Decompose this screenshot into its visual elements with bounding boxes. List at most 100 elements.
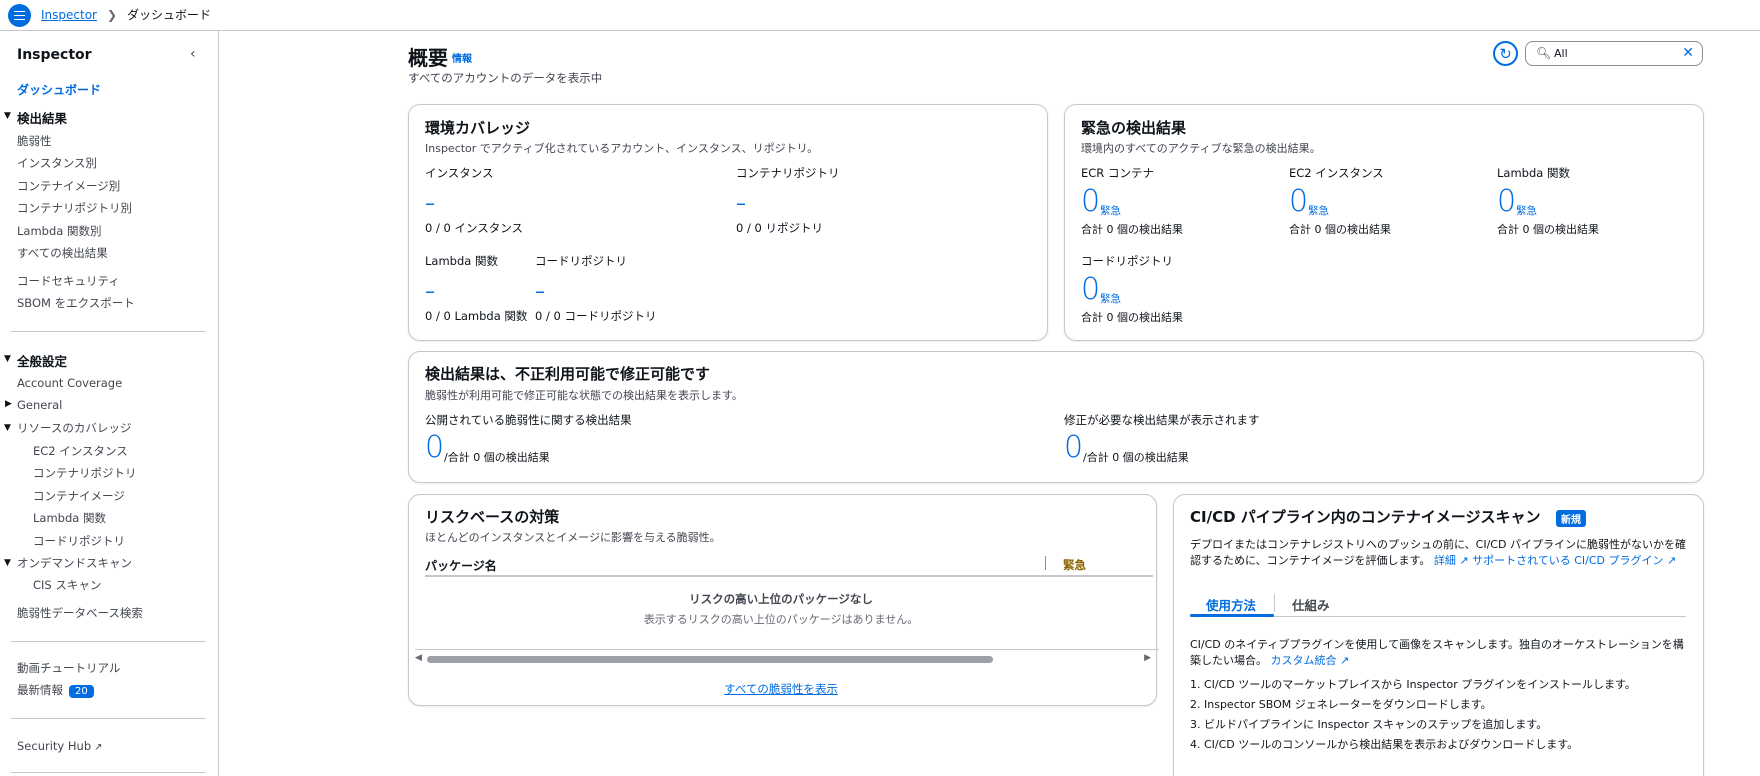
code-repos-label: コードリポジトリ bbox=[535, 254, 627, 268]
card-description: 環境内のすべてのアクティブな緊急の検出結果。 bbox=[1081, 142, 1321, 155]
sidebar-section-general-settings[interactable]: 全般設定 bbox=[17, 351, 67, 370]
breadcrumb-inspector-link[interactable]: Inspector bbox=[41, 8, 97, 22]
card-description: ほとんどのインスタンスとイメージに影響を与える脆弱性。 bbox=[425, 531, 721, 544]
column-header-package[interactable]: パッケージ名 bbox=[425, 557, 497, 574]
scrollbar-thumb[interactable] bbox=[427, 656, 993, 663]
code-repos-value[interactable]: – bbox=[535, 279, 545, 303]
cicd-container-scan-card: CI/CD パイプライン内のコンテナイメージスキャン 新規 デプロイまたはコンテ… bbox=[1173, 494, 1704, 776]
sidebar-divider bbox=[11, 641, 206, 642]
account-filter-search: 🔍︎ ✕ bbox=[1525, 41, 1703, 66]
empty-state-title: リスクの高い上位のパッケージなし bbox=[689, 592, 873, 606]
sidebar-item-on-demand-scan[interactable]: オンデマンドスキャン bbox=[17, 555, 132, 571]
scroll-left-icon[interactable]: ◀ bbox=[415, 653, 422, 663]
chevron-right-icon: ❯ bbox=[106, 7, 118, 22]
sidebar-item-sbom-export[interactable]: SBOM をエクスポート bbox=[17, 295, 135, 311]
horizontal-scrollbar[interactable]: ◀ ▶ bbox=[415, 649, 1159, 665]
search-input[interactable] bbox=[1554, 45, 1674, 62]
custom-integration-link[interactable]: カスタム統合 ↗ bbox=[1271, 654, 1350, 667]
top-navigation-bar: Inspector ❯ ダッシュボード bbox=[0, 0, 1760, 31]
ec2-critical-suffix: 緊急 bbox=[1308, 205, 1329, 217]
sidebar-item-vuln-database-search[interactable]: 脆弱性データベース検索 bbox=[17, 605, 143, 621]
container-repos-label: コンテナリポジトリ bbox=[736, 166, 840, 180]
card-description: Inspector でアクティブ化されているアカウント、インスタンス、リポジトリ… bbox=[425, 142, 819, 155]
expanded-triangle-icon[interactable]: ▼ bbox=[4, 111, 11, 121]
code-repo-critical-count[interactable]: 0 bbox=[1081, 275, 1100, 305]
lambda-total: 合計 0 個の検出結果 bbox=[1497, 223, 1599, 236]
sidebar-item-by-instance[interactable]: インスタンス別 bbox=[17, 155, 97, 171]
column-resize-handle[interactable] bbox=[1045, 556, 1046, 570]
breadcrumb: Inspector ❯ ダッシュボード bbox=[41, 6, 211, 23]
instances-value[interactable]: – bbox=[425, 191, 435, 215]
environment-coverage-card: 環境カバレッジ Inspector でアクティブ化されているアカウント、インスタ… bbox=[408, 104, 1048, 341]
external-link-icon: ↗ bbox=[94, 742, 103, 753]
info-link[interactable]: 情報 bbox=[452, 50, 472, 65]
lambda-label: Lambda 関数 bbox=[425, 254, 498, 268]
fix-required-count[interactable]: 0 bbox=[1064, 433, 1083, 463]
sidebar-item-by-container-repo[interactable]: コンテナリポジトリ別 bbox=[17, 200, 132, 216]
sidebar-item-dashboard[interactable]: ダッシュボード bbox=[17, 81, 101, 98]
sidebar-item-code-repos[interactable]: コードリポジトリ bbox=[33, 533, 125, 549]
instances-count: 0 / 0 インスタンス bbox=[425, 221, 524, 235]
sidebar-item-lambda[interactable]: Lambda 関数 bbox=[33, 510, 106, 526]
details-link[interactable]: 詳細 ↗ bbox=[1434, 554, 1469, 567]
scroll-right-icon[interactable]: ▶ bbox=[1144, 653, 1151, 663]
ecr-critical-count[interactable]: 0 bbox=[1081, 187, 1100, 217]
new-badge: 新規 bbox=[1556, 510, 1586, 527]
sidebar-item-all-findings[interactable]: すべての検出結果 bbox=[17, 245, 108, 261]
sidebar-item-security-hub[interactable]: Security Hub ↗ bbox=[17, 739, 103, 753]
public-exploit-label: 公開されている脆弱性に関する検出結果 bbox=[425, 413, 632, 427]
sidebar-section-findings[interactable]: 検出結果 bbox=[17, 108, 67, 127]
refresh-button[interactable]: ↻ bbox=[1493, 41, 1518, 66]
supported-plugins-link[interactable]: サポートされている CI/CD プラグイン ↗ bbox=[1472, 554, 1676, 567]
sidebar-item-container-images[interactable]: コンテナイメージ bbox=[33, 488, 125, 504]
external-link-icon: ↗ bbox=[1663, 554, 1677, 567]
active-tab-indicator bbox=[1190, 614, 1274, 617]
sidebar-item-ec2[interactable]: EC2 インスタンス bbox=[33, 443, 128, 459]
sidebar-item-container-repos[interactable]: コンテナリポジトリ bbox=[33, 465, 137, 481]
sidebar-item-by-lambda[interactable]: Lambda 関数別 bbox=[17, 223, 101, 239]
card-title: CI/CD パイプライン内のコンテナイメージスキャン bbox=[1190, 508, 1541, 526]
card-title: 検出結果は、不正利用可能で修正可能です bbox=[425, 365, 711, 383]
page-title: 概要 bbox=[408, 46, 448, 70]
tab-how-it-works[interactable]: 仕組み bbox=[1292, 595, 1330, 614]
ec2-critical-count[interactable]: 0 bbox=[1289, 187, 1308, 217]
fix-required-total: /合計 0 個の検出結果 bbox=[1083, 451, 1189, 464]
sidebar-item-code-security[interactable]: コードセキュリティ bbox=[17, 273, 120, 289]
expanded-triangle-icon[interactable]: ▼ bbox=[4, 423, 11, 433]
container-repos-value[interactable]: – bbox=[736, 191, 746, 215]
collapse-sidebar-icon[interactable]: ‹ bbox=[190, 46, 196, 62]
column-header-critical[interactable]: 緊急 bbox=[1063, 557, 1086, 573]
public-exploit-total: /合計 0 個の検出結果 bbox=[444, 451, 550, 464]
lambda-critical-count[interactable]: 0 bbox=[1497, 187, 1516, 217]
external-link-icon: ↗ bbox=[1336, 654, 1350, 667]
sidebar-item-vulnerabilities[interactable]: 脆弱性 bbox=[17, 133, 52, 149]
sidebar-title: Inspector bbox=[17, 47, 92, 63]
collapsed-triangle-icon[interactable]: ▶ bbox=[5, 399, 12, 409]
sidebar-item-by-container-image[interactable]: コンテナイメージ別 bbox=[17, 178, 120, 194]
tab-usage[interactable]: 使用方法 bbox=[1206, 595, 1256, 614]
menu-toggle-button[interactable] bbox=[8, 4, 31, 27]
refresh-icon: ↻ bbox=[1499, 44, 1512, 63]
sidebar-item-video-tutorial[interactable]: 動画チュートリアル bbox=[17, 660, 120, 676]
cicd-steps-list: 1. CI/CD ツールのマーケットプレイスから Inspector プラグイン… bbox=[1190, 675, 1690, 755]
list-item: 2. Inspector SBOM ジェネレーターをダウンロードします。 bbox=[1190, 698, 1492, 711]
table-bottom-divider bbox=[415, 649, 1159, 650]
expanded-triangle-icon[interactable]: ▼ bbox=[4, 558, 11, 568]
view-all-vulnerabilities-link[interactable]: すべての脆弱性を表示 bbox=[409, 681, 1153, 697]
fix-required-label: 修正が必要な検出結果が表示されます bbox=[1064, 413, 1260, 427]
details-link-label: 詳細 bbox=[1433, 554, 1456, 567]
sidebar-item-resource-coverage[interactable]: リソースのカバレッジ bbox=[17, 420, 131, 436]
public-exploit-count[interactable]: 0 bbox=[425, 433, 444, 463]
whats-new-label: 最新情報 bbox=[17, 683, 63, 697]
list-item: 1. CI/CD ツールのマーケットプレイスから Inspector プラグイン… bbox=[1190, 678, 1636, 691]
sidebar-item-whats-new[interactable]: 最新情報 20 bbox=[17, 682, 94, 698]
sidebar-item-cis-scan[interactable]: CIS スキャン bbox=[33, 577, 101, 593]
sidebar-item-account-coverage[interactable]: Account Coverage bbox=[17, 376, 122, 390]
expanded-triangle-icon[interactable]: ▼ bbox=[4, 354, 11, 364]
card-title: リスクベースの対策 bbox=[425, 508, 560, 526]
sidebar-item-general[interactable]: General bbox=[17, 398, 62, 412]
custom-integration-label: カスタム統合 bbox=[1270, 654, 1337, 667]
close-icon[interactable]: ✕ bbox=[1682, 45, 1694, 61]
sidebar-divider bbox=[11, 772, 206, 773]
lambda-value[interactable]: – bbox=[425, 279, 435, 303]
